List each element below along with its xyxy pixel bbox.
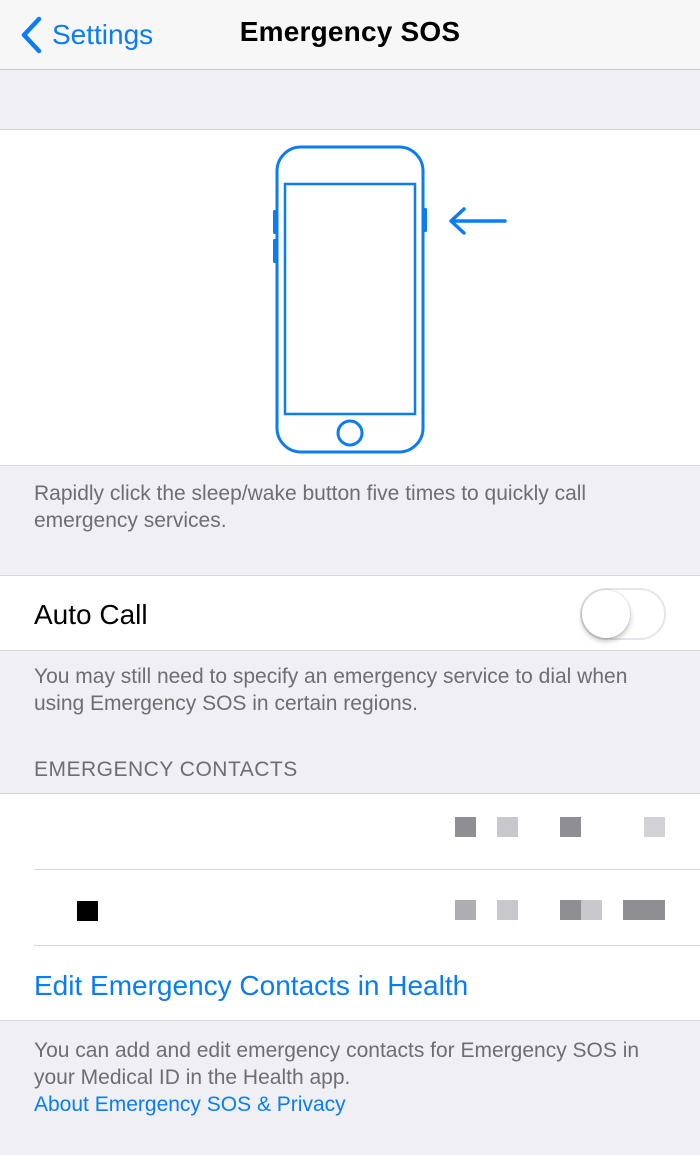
redacted-block bbox=[497, 817, 518, 837]
emergency-contacts-group: Edit Emergency Contacts in Health bbox=[0, 793, 700, 1021]
page-title: Emergency SOS bbox=[239, 16, 461, 47]
redacted-block bbox=[77, 901, 98, 921]
contact-row[interactable] bbox=[0, 794, 700, 869]
redacted-block bbox=[581, 900, 602, 920]
redacted-block bbox=[560, 900, 581, 920]
sos-illustration bbox=[0, 129, 700, 466]
toggle-knob bbox=[582, 590, 630, 638]
iphone-side-button-icon bbox=[273, 145, 427, 454]
redacted-block bbox=[644, 817, 665, 837]
redacted-block bbox=[497, 900, 518, 920]
edit-emergency-contacts-link[interactable]: Edit Emergency Contacts in Health bbox=[34, 970, 468, 1002]
navigation-bar: Settings Emergency SOS bbox=[0, 0, 700, 70]
redacted-block bbox=[623, 900, 665, 920]
auto-call-note: You may still need to specify an emergen… bbox=[34, 665, 628, 715]
contacts-footer: You can add and edit emergency contacts … bbox=[34, 1037, 674, 1118]
redacted-block bbox=[560, 817, 581, 837]
emergency-contacts-header: EMERGENCY CONTACTS bbox=[34, 758, 298, 781]
contact-row[interactable] bbox=[0, 869, 700, 944]
row-divider bbox=[34, 945, 700, 946]
contacts-footer-text: You can add and edit emergency contacts … bbox=[34, 1039, 640, 1089]
auto-call-label: Auto Call bbox=[34, 599, 148, 630]
redacted-block bbox=[455, 900, 476, 920]
sos-description: Rapidly click the sleep/wake button five… bbox=[34, 482, 587, 532]
emergency-sos-screen: Settings Emergency SOS Rapidly click the… bbox=[0, 0, 700, 1155]
redacted-block bbox=[455, 817, 476, 837]
arrow-left-icon bbox=[449, 207, 507, 235]
auto-call-row: Auto Call bbox=[0, 575, 700, 651]
auto-call-toggle[interactable] bbox=[580, 588, 666, 640]
privacy-link[interactable]: About Emergency SOS & Privacy bbox=[34, 1091, 674, 1118]
